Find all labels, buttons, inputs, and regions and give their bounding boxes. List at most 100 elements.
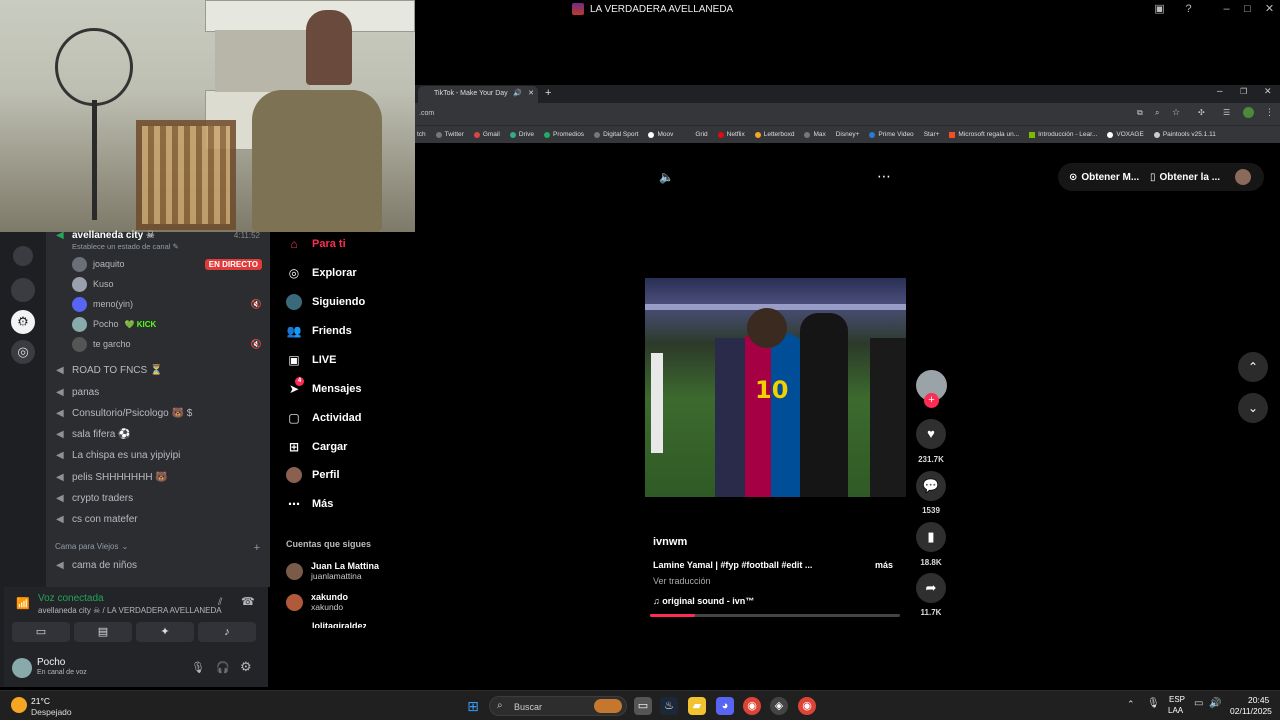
bookmark[interactable]: Digital Sport (594, 131, 638, 138)
taskbar-search[interactable]: ⌕ Buscar (489, 696, 627, 716)
keyboard-language[interactable]: ESP (1169, 695, 1185, 704)
add-server-icon[interactable]: + (11, 312, 35, 336)
file-explorer-icon[interactable]: ▰ (688, 697, 706, 715)
install-icon[interactable]: ⧉ (1137, 108, 1143, 118)
bookmark[interactable]: Gmail (473, 131, 500, 138)
user-name[interactable]: Pocho (37, 657, 65, 668)
more-options-icon[interactable]: ⋯ (877, 168, 891, 185)
chevron-up-icon[interactable]: ⌃ (1127, 699, 1135, 710)
address-bar[interactable]: .com ⧉ ⌕ ☆ ✣ ☰ ⋮ (415, 103, 1280, 125)
windows-start-icon[interactable]: ⊞ (464, 697, 482, 715)
voice-channel[interactable]: ◀ cama de niños (56, 556, 137, 574)
bookmark[interactable]: Moov (648, 131, 673, 138)
app-icon[interactable]: ◈ (770, 697, 788, 715)
minimize-icon[interactable]: – (1217, 86, 1223, 97)
bookmark[interactable]: Twitter (435, 131, 464, 138)
gear-icon[interactable]: ⚙ (240, 659, 252, 675)
like-button[interactable]: ♥ (916, 419, 946, 449)
nav-mensajes[interactable]: ➤ 4 Mensajes (286, 377, 362, 400)
zoom-icon[interactable]: ⌕ (1155, 108, 1159, 118)
network-icon[interactable]: ▭ (1194, 698, 1203, 709)
nav-para-ti[interactable]: ⌂ Para ti (286, 233, 345, 255)
close-icon[interactable]: ✕ (1263, 3, 1276, 16)
voice-member[interactable]: Pocho 💚 KICK (72, 315, 262, 333)
url-text[interactable]: .com (419, 110, 434, 117)
close-tab-icon[interactable]: ✕ (528, 89, 534, 97)
task-view-icon[interactable]: ▭ (634, 697, 652, 715)
bookmark[interactable]: Drive (509, 131, 534, 138)
keyboard-layout[interactable]: LAA (1168, 706, 1183, 715)
weather-sun-icon[interactable] (11, 697, 27, 713)
steam-icon[interactable]: ♨ (660, 697, 678, 715)
channel-status[interactable]: Establece un estado de canal ✎ (72, 242, 179, 251)
bookmark[interactable]: Netflix (717, 131, 745, 138)
bookmark[interactable]: Paintools v25.1.11 (1153, 131, 1216, 138)
clock-date[interactable]: 02/11/2025 (1230, 706, 1272, 716)
voice-member[interactable]: joaquito EN DIRECTO (72, 255, 262, 273)
menu-dots-icon[interactable]: ⋮ (1265, 107, 1274, 118)
nav-perfil[interactable]: Perfil (286, 464, 340, 486)
discord-icon[interactable]: ◕ (716, 697, 734, 715)
voice-channel[interactable]: ◀ ROAD TO FNCS ⏳ (56, 361, 162, 379)
voice-channel[interactable]: ◀ panas (56, 383, 99, 401)
bookmark[interactable]: Max (804, 131, 826, 138)
star-icon[interactable]: ☆ (1172, 107, 1180, 118)
get-app-button[interactable]: ⊙ Obtener M... (1069, 167, 1139, 187)
video-progress-bar[interactable] (650, 614, 900, 617)
weather-temp[interactable]: 21°C (31, 696, 50, 706)
weather-desc[interactable]: Despejado (31, 707, 72, 717)
voice-status[interactable]: Voz conectada (38, 593, 104, 604)
activities-button[interactable]: ✦ (136, 622, 194, 642)
translate-link[interactable]: Ver traducción (653, 576, 711, 586)
nav-friends[interactable]: 👥 Friends (286, 320, 352, 342)
volume-icon[interactable]: 🔊 (1209, 698, 1221, 709)
new-tab-icon[interactable]: + (545, 87, 551, 99)
nav-siguiendo[interactable]: Siguiendo (286, 291, 365, 313)
chrome-icon[interactable]: ◉ (743, 697, 761, 715)
inbox-icon[interactable]: ▣ (1153, 3, 1166, 16)
minimize-icon[interactable]: – (1220, 3, 1233, 16)
camera-button[interactable]: ▭ (12, 622, 70, 642)
following-account-partial[interactable]: lolitagiraldez (286, 620, 366, 628)
voice-member[interactable]: te garcho 🔇 (72, 335, 262, 353)
nav-explorar[interactable]: ◎ Explorar (286, 262, 357, 284)
bookmark[interactable]: tch (417, 131, 426, 138)
profile-avatar[interactable] (1235, 169, 1251, 185)
voice-member[interactable]: meno(yin) 🔇 (72, 295, 262, 313)
soundboard-button[interactable]: ♪ (198, 622, 256, 642)
video-player[interactable]: 10 (645, 278, 906, 497)
sidebar-icon[interactable]: ☰ (1223, 108, 1230, 117)
noise-suppression-icon[interactable]: ⫽ (218, 597, 222, 608)
category-header[interactable]: Cama para Viejos ⌄ + (55, 542, 260, 554)
chrome-icon[interactable]: ◉ (798, 697, 816, 715)
next-video-button[interactable]: ⌄ (1238, 393, 1268, 423)
nav-actividad[interactable]: ▢ Actividad (286, 407, 361, 429)
voice-channel-path[interactable]: avellaneda city ☠ / LA VERDADERA AVELLAN… (38, 606, 222, 615)
microphone-icon[interactable]: 🎙 (1147, 698, 1160, 709)
bookmark[interactable]: Grid (695, 131, 707, 138)
following-account[interactable]: Juan La Mattina juanlamattina (286, 558, 379, 584)
voice-channel[interactable]: ◀ cs con matefer (56, 510, 138, 528)
discover-icon[interactable]: ◎ (11, 340, 35, 364)
nav-cargar[interactable]: ⊞ Cargar (286, 436, 348, 458)
bookmark[interactable]: VOXAGE (1107, 131, 1144, 138)
video-sound[interactable]: ♫ original sound - ivn™ (653, 596, 754, 606)
voice-channel[interactable]: ◀ sala fifera ⚽ (56, 425, 131, 443)
nav-live[interactable]: ▣ LIVE (286, 349, 336, 371)
voice-channel[interactable]: ◀ Consultorio/Psicologo 🐻 $ (56, 404, 192, 422)
bookmark[interactable]: Microsoft regala un... (949, 131, 1019, 138)
profile-avatar[interactable] (1243, 107, 1254, 118)
volume-icon[interactable]: 🔈 (659, 170, 674, 184)
disconnect-icon[interactable]: ☎ (241, 595, 255, 608)
audio-icon[interactable]: 🔊 (513, 89, 522, 97)
video-author[interactable]: ivnwm (653, 536, 687, 548)
headphones-icon[interactable]: 🎧 (216, 661, 230, 674)
voice-channel[interactable]: ◀ pelis SHHHHHHH 🐻 (56, 468, 168, 486)
nav-mas[interactable]: ⋯ Más (286, 493, 333, 515)
bookmark[interactable]: Disney+ (836, 131, 860, 138)
share-button[interactable]: ➦ (916, 573, 946, 603)
add-channel-icon[interactable]: + (254, 542, 260, 554)
get-app-button-2[interactable]: ▯ Obtener la ... (1150, 167, 1220, 187)
bookmark[interactable]: Introducción - Lear... (1029, 131, 1097, 138)
help-icon[interactable]: ? (1182, 3, 1195, 16)
